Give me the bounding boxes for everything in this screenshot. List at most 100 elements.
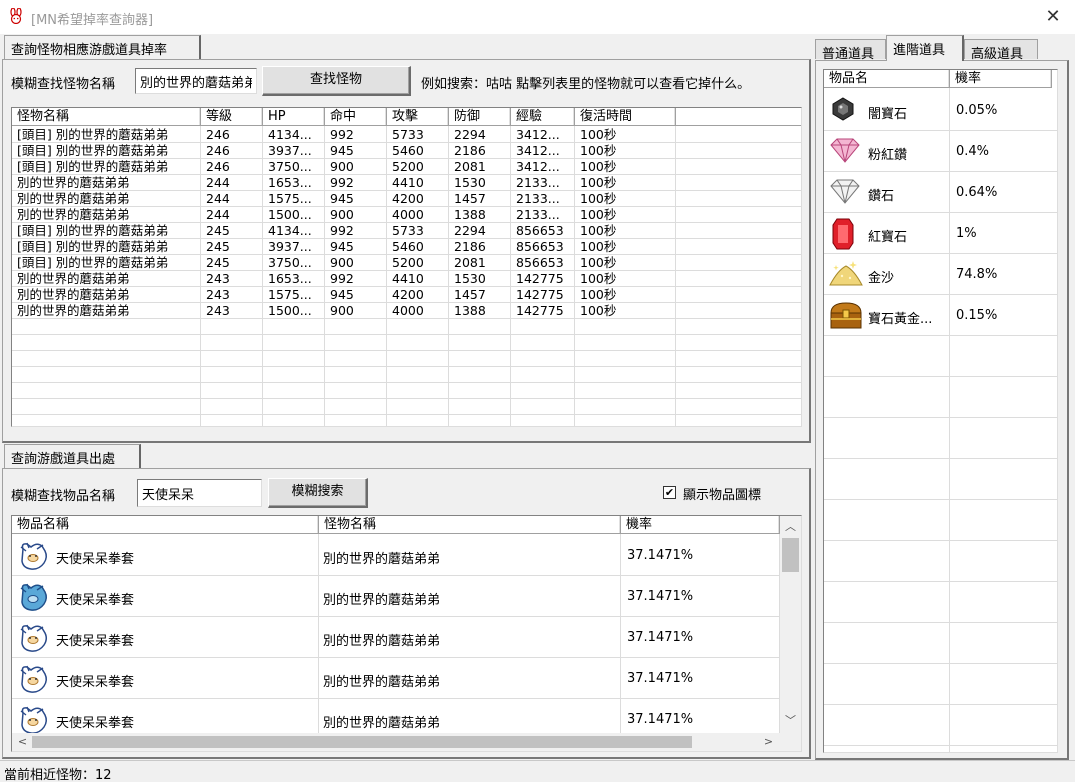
drop-item-name: 粉紅鑽 (868, 148, 908, 163)
table-cell: 3412... (516, 159, 560, 174)
table-row[interactable]: 天使呆呆拳套 別的世界的蘑菇弟弟 37.1471% (12, 617, 780, 658)
glove-icon (17, 621, 51, 655)
tab-drop-0[interactable]: 普通道具 (815, 39, 886, 62)
table-row[interactable]: 別的世界的蘑菇弟弟 243 1653... 992 4410 1530 142775 100秒 (12, 271, 801, 287)
tab-monster-search[interactable]: 查詢怪物相應游戲道具掉率 (4, 35, 201, 59)
table-cell: 4200 (392, 287, 424, 302)
table-row[interactable]: 金沙 74.8% (824, 254, 1057, 295)
tab-drop-1[interactable]: 進階道具 (886, 35, 964, 61)
table-cell: [頭目] 別的世界的蘑菇弟弟 (17, 223, 169, 238)
scroll-left-arrow[interactable]: < (14, 735, 31, 748)
table-cell: 2186 (454, 143, 486, 158)
table-cell: 856653 (516, 255, 564, 270)
tab-drop-2[interactable]: 高級道具 (964, 39, 1038, 62)
grid-row-line (12, 366, 801, 367)
table-row[interactable]: 粉紅鑽 0.4% (824, 131, 1057, 172)
ruby-icon (828, 217, 864, 251)
table-row[interactable]: [頭目] 別的世界的蘑菇弟弟 246 4134... 992 5733 2294 3412.… (12, 127, 801, 143)
table-row[interactable]: 闇寶石 0.05% (824, 90, 1057, 131)
tab-monster-search-label: 查詢怪物相應游戲道具掉率 (11, 43, 168, 58)
column-header-0[interactable]: 物品名稱 (12, 516, 319, 534)
table-row[interactable]: [頭目] 別的世界的蘑菇弟弟 245 4134... 992 5733 2294 85665… (12, 223, 801, 239)
table-cell: 243 (206, 287, 230, 302)
table-cell: 100秒 (580, 207, 617, 222)
close-button[interactable]: ✕ (1040, 4, 1066, 30)
column-header-5[interactable]: 防御 (449, 108, 511, 126)
table-cell: 856653 (516, 223, 564, 238)
monster-name-label: 模糊查找怪物名稱 (11, 77, 116, 92)
drop-column-header-1[interactable]: 機率 (950, 70, 1052, 88)
column-header-6[interactable]: 經驗 (511, 108, 575, 126)
table-cell: 992 (330, 271, 354, 286)
table-row[interactable]: 天使呆呆拳套 別的世界的蘑菇弟弟 37.1471% (12, 576, 780, 617)
table-cell: 244 (206, 207, 230, 222)
table-cell: 243 (206, 271, 230, 286)
table-cell: 別的世界的蘑菇弟弟 (17, 207, 130, 222)
table-cell: [頭目] 別的世界的蘑菇弟弟 (17, 159, 169, 174)
table-cell: 別的世界的蘑菇弟弟 (17, 191, 130, 206)
grid-row-line (824, 376, 1057, 377)
drop-list[interactable]: 物品名 機率 闇寶石 0.05% 粉紅鑽 0.4% 鑽石 0.64% 紅寶石 1% 金沙 74.8% 寶… (823, 69, 1058, 753)
drop-rate: 37.1471% (627, 630, 694, 645)
monster-list[interactable]: 怪物名稱 等級 HP 命中 攻擊 防御 經驗 復活時間 [頭目] 別的世界的蘑菇弟弟 246 413… (11, 107, 802, 427)
table-cell: 142775 (516, 271, 564, 286)
column-header-1[interactable]: 怪物名稱 (319, 516, 621, 534)
table-row[interactable]: 天使呆呆拳套 別的世界的蘑菇弟弟 37.1471% (12, 658, 780, 699)
tab-item-search[interactable]: 查詢游戲道具出處 (4, 444, 141, 468)
show-icons-checkbox[interactable]: ✔ (663, 486, 676, 499)
fuzzy-search-button[interactable]: 模糊搜索 (268, 478, 368, 508)
scroll-thumb[interactable] (782, 538, 799, 572)
table-row[interactable]: 別的世界的蘑菇弟弟 244 1575... 945 4200 1457 2133... 100… (12, 191, 801, 207)
table-row[interactable]: [頭目] 別的世界的蘑菇弟弟 246 3937... 945 5460 2186 3412.… (12, 143, 801, 159)
monster-name-input[interactable] (135, 68, 257, 94)
table-row[interactable]: [頭目] 別的世界的蘑菇弟弟 246 3750... 900 5200 2081 3412.… (12, 159, 801, 175)
column-header-0[interactable]: 怪物名稱 (12, 108, 201, 126)
table-row[interactable]: 寶石黃金... 0.15% (824, 295, 1057, 336)
table-cell: 100秒 (580, 175, 617, 190)
table-cell: 1457 (454, 287, 486, 302)
table-row[interactable]: 別的世界的蘑菇弟弟 243 1575... 945 4200 1457 142775 100秒 (12, 287, 801, 303)
column-header-1[interactable]: 等級 (201, 108, 263, 126)
item-source-list[interactable]: 物品名稱 怪物名稱 機率 天使呆呆拳套 別的世界的蘑菇弟弟 37.1471% 天使呆呆拳套別… (11, 515, 802, 752)
table-row[interactable]: 鑽石 0.64% (824, 172, 1057, 213)
drop-rate: 37.1471% (627, 589, 694, 604)
drop-item-name: 寶石黃金... (868, 312, 933, 327)
table-cell: 945 (330, 239, 354, 254)
table-row[interactable]: 別的世界的蘑菇弟弟 243 1500... 900 4000 1388 142775 100秒 (12, 303, 801, 319)
find-monster-button[interactable]: 查找怪物 (262, 66, 411, 96)
vertical-scrollbar[interactable]: ︿ ﹀ (780, 516, 801, 733)
column-header-2[interactable]: HP (263, 108, 325, 126)
item-name: 天使呆呆拳套 (56, 593, 135, 608)
horizontal-scrollbar[interactable]: < > (12, 733, 801, 751)
column-header-2[interactable]: 機率 (621, 516, 780, 534)
scroll-down-arrow[interactable]: ﹀ (782, 712, 799, 728)
scroll-up-arrow[interactable]: ︿ (782, 518, 799, 534)
monster-name: 別的世界的蘑菇弟弟 (323, 552, 441, 567)
column-header-7[interactable]: 復活時間 (575, 108, 676, 126)
window-title: [MN希望掉率查詢器] (31, 13, 154, 28)
item-name-input[interactable] (137, 479, 262, 507)
diamond-icon (828, 176, 864, 210)
table-row[interactable]: [頭目] 別的世界的蘑菇弟弟 245 3937... 945 5460 2186 85665… (12, 239, 801, 255)
table-row[interactable]: 天使呆呆拳套 別的世界的蘑菇弟弟 37.1471% (12, 535, 780, 576)
table-cell: 246 (206, 127, 230, 142)
drop-column-header-0[interactable]: 物品名 (824, 70, 950, 88)
scroll-thumb-horizontal[interactable] (32, 736, 692, 748)
grid-row-line (824, 417, 1057, 418)
table-row[interactable]: 紅寶石 1% (824, 213, 1057, 254)
tab-drop-label: 進階道具 (893, 43, 946, 58)
table-cell: 1653... (268, 271, 312, 286)
item-name: 天使呆呆拳套 (56, 716, 135, 731)
drop-rate: 37.1471% (627, 712, 694, 727)
rabbit-app-icon (10, 8, 22, 24)
column-header-4[interactable]: 攻擊 (387, 108, 449, 126)
table-cell: 100秒 (580, 191, 617, 206)
scroll-right-arrow[interactable]: > (760, 735, 777, 748)
table-row[interactable]: 別的世界的蘑菇弟弟 244 1500... 900 4000 1388 2133... 100… (12, 207, 801, 223)
column-header-3[interactable]: 命中 (325, 108, 387, 126)
table-row[interactable]: 別的世界的蘑菇弟弟 244 1653... 992 4410 1530 2133... 100… (12, 175, 801, 191)
table-row[interactable]: [頭目] 別的世界的蘑菇弟弟 245 3750... 900 5200 2081 85665… (12, 255, 801, 271)
grid-row-line (824, 663, 1057, 664)
grid-row-line (824, 745, 1057, 746)
table-cell: 1388 (454, 207, 486, 222)
